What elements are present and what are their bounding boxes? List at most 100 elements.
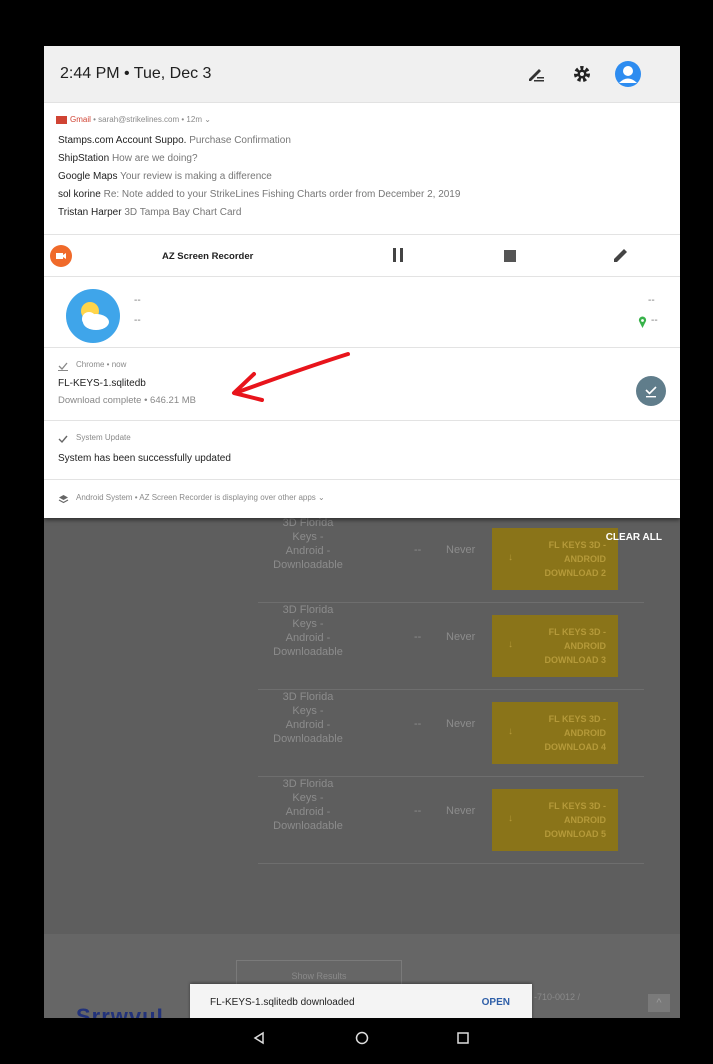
product-name-line: Android - xyxy=(285,806,331,818)
download-button[interactable]: ↓ FL KEYS 3D - ANDROID DOWNLOAD 2 xyxy=(492,528,618,590)
recents-icon[interactable] xyxy=(456,1031,470,1048)
chrome-source: Chrome • now xyxy=(76,360,127,369)
product-name-line: Downloadable xyxy=(273,733,343,745)
product-name-line: Downloadable xyxy=(273,646,343,658)
device-screen: 3D Florida Keys - Android - Downloadable… xyxy=(44,46,680,1018)
download-row: 3D Florida Keys - Android - Downloadable… xyxy=(258,603,644,690)
system-update-title: System has been successfully updated xyxy=(58,453,231,464)
weather-icon xyxy=(66,289,120,343)
quick-settings-header: 2:44 PM • Tue, Dec 3 xyxy=(44,46,680,103)
pencil-icon[interactable] xyxy=(611,245,631,270)
download-button-label: FL KEYS 3D - ANDROID DOWNLOAD 5 xyxy=(506,799,607,841)
page-brand-logo: SrrwvuL xyxy=(76,1004,172,1018)
message-subject: 3D Tampa Bay Chart Card xyxy=(124,207,242,218)
download-button[interactable]: ↓ FL KEYS 3D - ANDROID DOWNLOAD 5 xyxy=(492,789,618,851)
download-status: Download complete • 646.21 MB xyxy=(58,395,196,406)
downloads-remaining: -- xyxy=(414,805,422,817)
gmail-message[interactable]: sol korine Re: Note added to your Strike… xyxy=(58,189,460,200)
download-snackbar: FL-KEYS-1.sqlitedb downloaded OPEN xyxy=(190,984,532,1018)
location-pin-icon xyxy=(638,315,647,333)
message-subject: Re: Note added to your StrikeLines Fishi… xyxy=(103,189,461,200)
product-name-line: Android - xyxy=(285,545,331,557)
product-name-line: Keys - xyxy=(292,792,324,804)
download-button-label: FL KEYS 3D - ANDROID DOWNLOAD 3 xyxy=(506,625,607,667)
recorder-title: AZ Screen Recorder xyxy=(162,251,254,262)
stop-icon[interactable] xyxy=(504,249,516,267)
android-system-text: Android System • AZ Screen Recorder is d… xyxy=(76,493,325,502)
download-label-line: FL KEYS 3D - xyxy=(548,627,606,637)
product-name-line: 3D Florida xyxy=(282,517,334,529)
weather-location: -- xyxy=(651,315,658,326)
product-name-line: 3D Florida xyxy=(282,604,334,616)
back-icon[interactable] xyxy=(252,1031,266,1048)
gmail-message[interactable]: Tristan Harper 3D Tampa Bay Chart Card xyxy=(58,207,241,218)
time-date: 2:44 PM • Tue, Dec 3 xyxy=(60,65,212,82)
download-filename: FL-KEYS-1.sqlitedb xyxy=(58,378,146,389)
expiry: Never xyxy=(446,544,476,556)
message-sender: Tristan Harper xyxy=(58,207,122,218)
weather-temp: -- xyxy=(134,295,141,306)
download-button[interactable]: ↓ FL KEYS 3D - ANDROID DOWNLOAD 4 xyxy=(492,702,618,764)
download-label-line: ANDROID xyxy=(564,641,606,651)
edit-icon[interactable] xyxy=(524,62,548,86)
download-done-small-icon xyxy=(58,358,68,376)
recorder-notification[interactable]: AZ Screen Recorder xyxy=(44,235,680,277)
chrome-download-notification[interactable]: Chrome • now FL-KEYS-1.sqlitedb Download… xyxy=(44,348,680,421)
gmail-header: Gmail • sarah@strikelines.com • 12m ⌄ xyxy=(56,115,211,124)
download-button[interactable]: ↓ FL KEYS 3D - ANDROID DOWNLOAD 3 xyxy=(492,615,618,677)
download-label-line: ANDROID xyxy=(564,728,606,738)
layers-icon xyxy=(58,492,69,510)
navigation-bar xyxy=(44,1018,680,1064)
expiry: Never xyxy=(446,805,476,817)
product-name-line: Downloadable xyxy=(273,820,343,832)
settings-gear-icon[interactable] xyxy=(570,62,594,86)
download-label-line: DOWNLOAD 5 xyxy=(544,829,607,839)
download-label-line: FL KEYS 3D - xyxy=(548,540,606,550)
product-name-line: Android - xyxy=(285,719,331,731)
pause-icon[interactable] xyxy=(390,247,406,268)
downloads-remaining: -- xyxy=(414,718,422,730)
message-subject: How are we doing? xyxy=(111,153,198,164)
page-code-text: -710-0012 / xyxy=(534,992,581,1002)
download-label-line: DOWNLOAD 3 xyxy=(544,655,607,665)
notification-shade: 2:44 PM • Tue, Dec 3 Gmail • sarah@strik… xyxy=(44,46,680,518)
gmail-icon xyxy=(56,115,67,124)
scroll-top-button[interactable]: ^ xyxy=(648,994,670,1012)
message-subject: Purchase Confirmation xyxy=(189,135,291,146)
account-avatar-icon[interactable] xyxy=(614,60,642,88)
clear-all-button[interactable]: CLEAR ALL xyxy=(606,532,662,543)
annotation-arrow-icon xyxy=(232,352,350,402)
download-button-label: FL KEYS 3D - ANDROID DOWNLOAD 4 xyxy=(506,712,607,754)
snackbar-open-button[interactable]: OPEN xyxy=(482,997,510,1008)
product-name-line: Keys - xyxy=(292,531,324,543)
download-label-line: ANDROID xyxy=(564,554,606,564)
message-subject: Your review is making a difference xyxy=(120,171,272,182)
product-name-line: Android - xyxy=(285,632,331,644)
home-icon[interactable] xyxy=(355,1031,369,1048)
download-done-icon[interactable] xyxy=(636,376,666,406)
product-name-line: 3D Florida xyxy=(282,691,334,703)
download-row: 3D Florida Keys - Android - Downloadable… xyxy=(258,516,644,603)
gmail-message[interactable]: Google Maps Your review is making a diff… xyxy=(58,171,272,182)
gmail-message[interactable]: Stamps.com Account Suppo. Purchase Confi… xyxy=(58,135,291,146)
product-name: 3D Florida Keys - Android - Downloadable xyxy=(258,516,358,572)
download-button-label: FL KEYS 3D - ANDROID DOWNLOAD 2 xyxy=(506,538,607,580)
system-update-source: System Update xyxy=(76,433,131,442)
downloads-remaining: -- xyxy=(414,544,422,556)
android-system-notification[interactable]: Android System • AZ Screen Recorder is d… xyxy=(44,480,680,518)
gmail-notification[interactable]: Gmail • sarah@strikelines.com • 12m ⌄ St… xyxy=(44,103,680,235)
weather-high: -- xyxy=(648,295,655,306)
downloads-remaining: -- xyxy=(414,631,422,643)
system-update-notification[interactable]: System Update System has been successful… xyxy=(44,421,680,480)
download-label-line: FL KEYS 3D - xyxy=(548,801,606,811)
download-label-line: FL KEYS 3D - xyxy=(548,714,606,724)
message-sender: Stamps.com Account Suppo. xyxy=(58,135,187,146)
download-label-line: DOWNLOAD 2 xyxy=(544,568,607,578)
expiry: Never xyxy=(446,718,476,730)
message-sender: ShipStation xyxy=(58,153,110,164)
product-name-line: Keys - xyxy=(292,705,324,717)
message-sender: Google Maps xyxy=(58,171,118,182)
product-name-line: Downloadable xyxy=(273,559,343,571)
weather-notification[interactable]: -- -- -- -- xyxy=(44,277,680,348)
gmail-message[interactable]: ShipStation How are we doing? xyxy=(58,153,198,164)
